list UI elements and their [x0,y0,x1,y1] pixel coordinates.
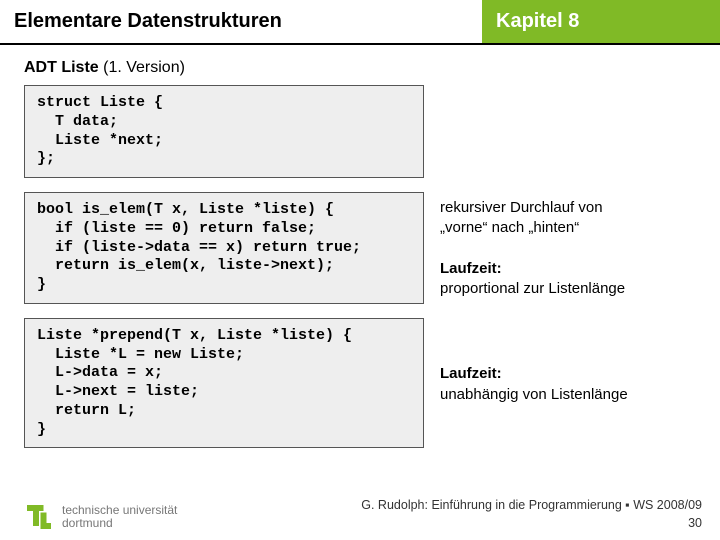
header-bar: Elementare Datenstrukturen Kapitel 8 [0,0,720,45]
annotation-line [440,344,628,364]
slide-root: Elementare Datenstrukturen Kapitel 8 ADT… [0,0,720,540]
header-title-right: Kapitel 8 [482,0,720,43]
tu-logo-icon [24,502,54,532]
code-block-row: Liste *prepend(T x, Liste *liste) { List… [24,318,696,449]
code-block-struct: struct Liste { T data; Liste *next; }; [24,85,424,178]
slide-subtitle: ADT Liste (1. Version) [0,45,720,85]
annotation-line [440,239,625,259]
annotation-line-bold: Laufzeit: [440,364,628,384]
subtitle-light: (1. Version) [99,59,185,76]
annotation-line: „vorne“ nach „hinten“ [440,218,625,238]
annotation-prepend: Laufzeit: unabhängig von Listenlänge [424,318,628,405]
annotation-line [440,324,628,344]
annotation-line: proportional zur Listenlänge [440,279,625,299]
annotation-iselem: rekursiver Durchlauf von „vorne“ nach „h… [424,192,625,299]
annotation-line-bold: Laufzeit: [440,259,625,279]
slide-content: struct Liste { T data; Liste *next; }; b… [0,85,720,448]
code-block-row: struct Liste { T data; Liste *next; }; [24,85,696,178]
university-logo-block: technische universität dortmund [24,502,177,532]
page-number: 30 [361,515,702,533]
footer-bar: technische universität dortmund G. Rudol… [24,497,702,532]
university-name: technische universität dortmund [62,504,177,530]
annotation-line: rekursiver Durchlauf von [440,198,625,218]
code-block-prepend: Liste *prepend(T x, Liste *liste) { List… [24,318,424,449]
university-line2: dortmund [62,517,177,530]
annotation-line: unabhängig von Listenlänge [440,385,628,405]
code-block-row: bool is_elem(T x, Liste *liste) { if (li… [24,192,696,304]
credit-line: G. Rudolph: Einführung in die Programmie… [361,497,702,515]
header-title-left: Elementare Datenstrukturen [0,0,482,43]
footer-credit: G. Rudolph: Einführung in die Programmie… [361,497,702,532]
code-block-iselem: bool is_elem(T x, Liste *liste) { if (li… [24,192,424,304]
subtitle-bold: ADT Liste [24,59,99,76]
